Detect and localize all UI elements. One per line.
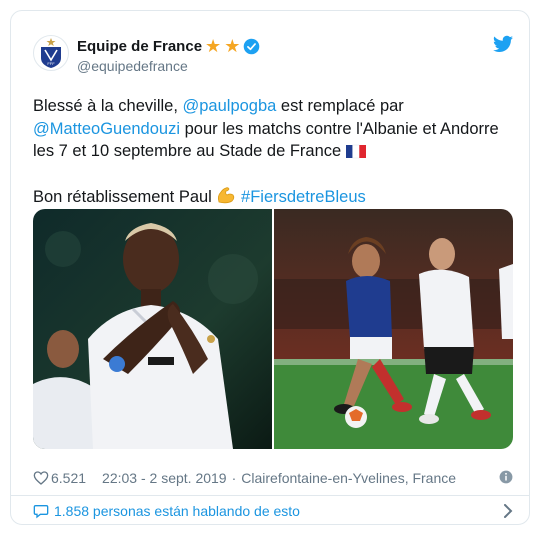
photo-pogba-applauding-image: [33, 209, 272, 449]
flexed-biceps-icon: [218, 186, 235, 203]
text-segment: est remplacé par: [276, 97, 404, 115]
text-segment: Bon rétablissement Paul: [33, 187, 217, 206]
text-segment: les 7 et 10 septembre au Stade de France: [33, 142, 346, 160]
svg-text:FFF: FFF: [47, 61, 55, 66]
tweet-text: Blessé à la cheville, @paulpogba est rem…: [33, 95, 513, 208]
display-name[interactable]: Equipe de France: [77, 38, 202, 55]
tweet-timestamp[interactable]: 22:03 - 2 sept. 2019: [102, 470, 227, 486]
star-icon: ★: [205, 36, 222, 56]
conversation-link[interactable]: 1.858 personas están hablando de esto: [33, 501, 513, 521]
like-count[interactable]: 6.521: [51, 470, 86, 486]
tweet-header: FFF Equipe de France ★ ★ @equipedefrance: [33, 35, 513, 83]
mention-matteoguendouzi[interactable]: @MatteoGuendouzi: [33, 120, 180, 138]
tweet-location[interactable]: Clairefontaine-en-Yvelines, France: [241, 470, 456, 486]
photo-pogba-applauding[interactable]: [33, 209, 272, 449]
twitter-bird-icon[interactable]: [493, 35, 513, 53]
text-segment: pour les matchs contre l'Albanie et Ando…: [180, 119, 499, 138]
conversation-label[interactable]: 1.858 personas están hablando de esto: [54, 503, 300, 519]
france-flag-icon: [345, 144, 366, 159]
heart-icon[interactable]: [33, 470, 49, 486]
hashtag-fiersdetrebleus[interactable]: #FiersdetreBleus: [241, 188, 366, 206]
text-segment: Blessé à la cheville,: [33, 97, 183, 115]
chevron-right-icon[interactable]: [503, 504, 513, 518]
tweet-line-1: Blessé à la cheville, @paulpogba est rem…: [33, 95, 513, 118]
divider: [11, 495, 529, 496]
tweet-media[interactable]: [33, 209, 513, 449]
speech-bubble-icon: [33, 505, 49, 519]
tweet-card[interactable]: FFF Equipe de France ★ ★ @equipedefrance…: [10, 10, 530, 525]
verified-badge-icon: [244, 38, 260, 54]
photo-guendouzi-dribbling-image: [274, 209, 513, 449]
tweet-line-3: les 7 et 10 septembre au Stade de France: [33, 140, 513, 163]
tweet-line-4: Bon rétablissement Paul #FiersdetreBleus: [33, 185, 513, 209]
star-icon: ★: [224, 36, 241, 56]
info-icon[interactable]: [499, 470, 513, 484]
avatar[interactable]: FFF: [33, 35, 69, 71]
photo-guendouzi-dribbling[interactable]: [274, 209, 513, 449]
account-names: Equipe de France ★ ★ @equipedefrance: [77, 36, 260, 74]
tweet-line-2: @MatteoGuendouzi pour les matchs contre …: [33, 118, 513, 141]
meta-separator: ·: [231, 470, 237, 486]
account-handle[interactable]: @equipedefrance: [77, 58, 260, 74]
fff-crest-icon: FFF: [41, 38, 61, 68]
tweet-meta: 6.521 22:03 - 2 sept. 2019 · Clairefonta…: [33, 469, 513, 487]
mention-paulpogba[interactable]: @paulpogba: [183, 97, 277, 115]
